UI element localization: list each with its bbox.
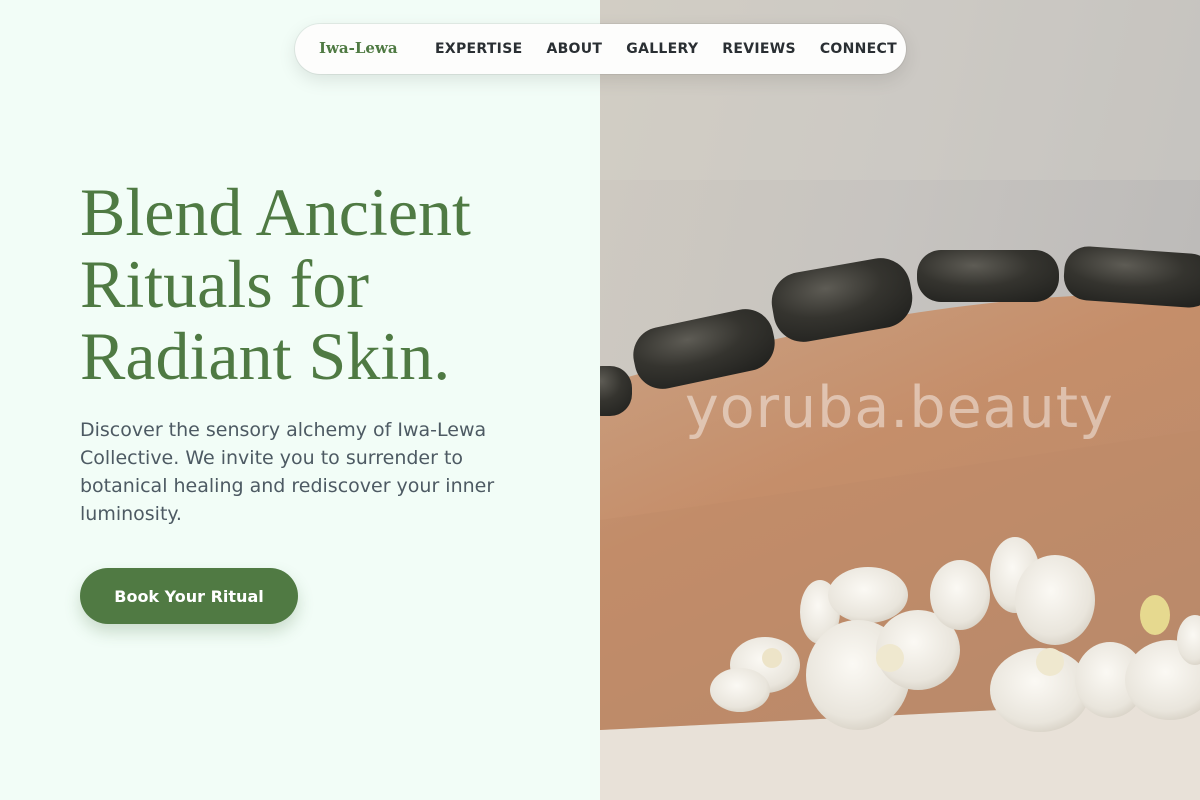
nav-link-about[interactable]: ABOUT (546, 41, 602, 57)
nav-link-reviews[interactable]: REVIEWS (722, 41, 796, 57)
hero-description: Discover the sensory alchemy of Iwa-Lewa… (80, 419, 495, 525)
image-watermark: yoruba.beauty (685, 375, 1114, 441)
hero-text-panel (0, 0, 600, 800)
hero-headline: Blend Ancient Rituals for Radiant Skin. (80, 176, 560, 392)
book-ritual-button[interactable]: Book Your Ritual (80, 568, 298, 624)
top-navigation: Iwa-Lewa EXPERTISE ABOUT GALLERY REVIEWS… (295, 24, 906, 74)
hero-image: yoruba.beauty (600, 0, 1200, 800)
nav-link-gallery[interactable]: GALLERY (626, 41, 698, 57)
headline-line: Rituals for (80, 246, 369, 322)
nav-links: EXPERTISE ABOUT GALLERY REVIEWS CONNECT (435, 24, 897, 74)
headline-line: Blend Ancient (80, 174, 471, 250)
nav-link-expertise[interactable]: EXPERTISE (435, 41, 522, 57)
nav-link-connect[interactable]: CONNECT (820, 41, 897, 57)
brand-logo[interactable]: Iwa-Lewa (319, 39, 398, 57)
headline-line: Radiant Skin. (80, 318, 451, 394)
